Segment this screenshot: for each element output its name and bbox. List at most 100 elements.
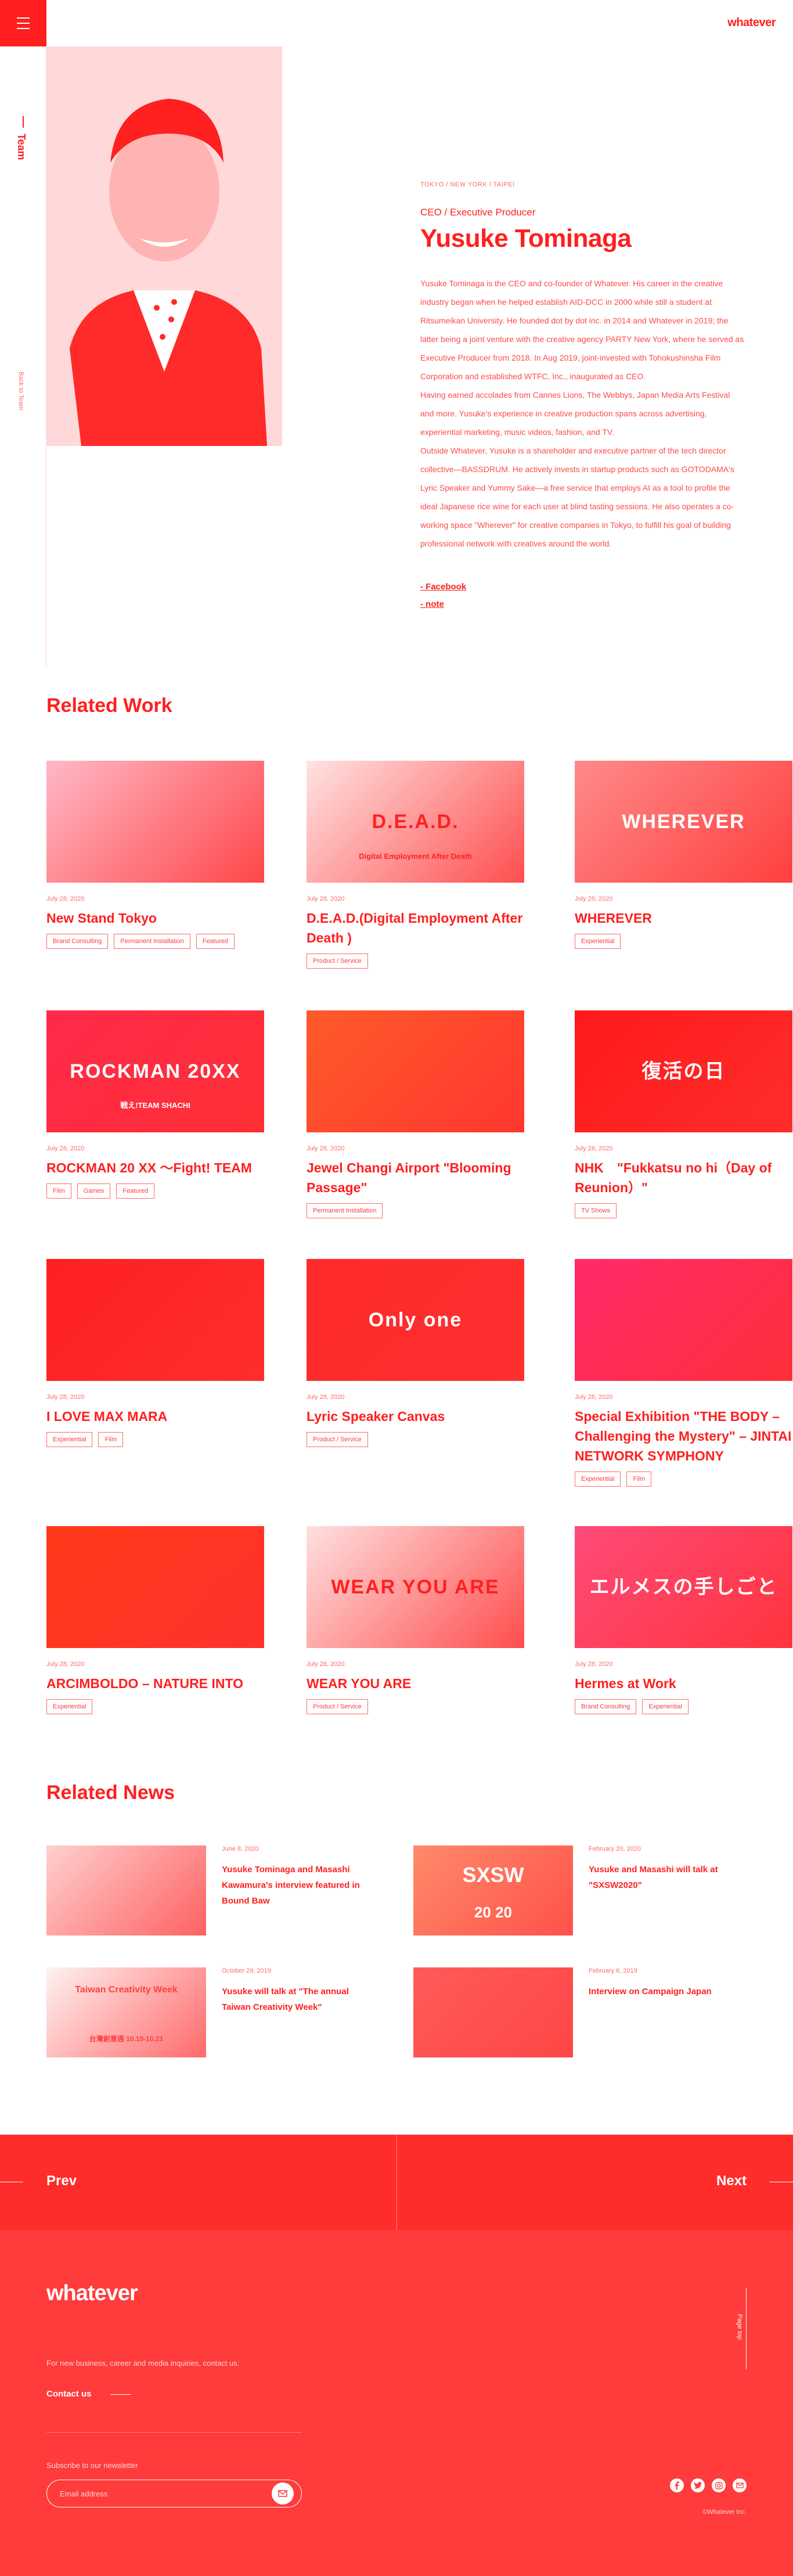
news-thumbnail-art-text: SXSW — [462, 1863, 524, 1887]
related-news-item[interactable]: SXSW 20 20 February 20, 2020 Yusuke and Mas… — [413, 1845, 750, 1935]
related-work-card[interactable]: D.E.A.D. Digital Employment After Death Ju… — [307, 761, 524, 969]
related-work-title[interactable]: WHEREVER — [575, 908, 792, 928]
related-work-card[interactable]: July 28, 2020 I LOVE MAX MARA Experiential… — [46, 1259, 264, 1447]
tag[interactable]: Experiential — [575, 1472, 621, 1487]
thumbnail-art-text: ROCKMAN 20XX — [70, 1060, 241, 1082]
tag[interactable]: Featured — [196, 934, 235, 949]
tag[interactable]: TV Shows — [575, 1203, 617, 1218]
related-work-title[interactable]: I LOVE MAX MARA — [46, 1406, 264, 1426]
related-work-card[interactable]: Only one July 28, 2020 Lyric Speaker Canva… — [307, 1259, 524, 1447]
related-work-title[interactable]: New Stand Tokyo — [46, 908, 264, 928]
related-work-thumbnail[interactable]: D.E.A.D. Digital Employment After Death — [307, 761, 524, 883]
related-work-thumbnail[interactable]: ROCKMAN 20XX 戦え!TEAM SHACHI — [46, 1010, 264, 1132]
contact-us-link[interactable]: Contact us — [46, 2389, 92, 2399]
tag[interactable]: Featured — [116, 1183, 155, 1199]
related-news-thumbnail[interactable] — [46, 1845, 206, 1935]
next-button[interactable]: Next — [716, 2173, 747, 2189]
related-work-date: July 28, 2020 — [46, 1394, 85, 1401]
related-news-thumbnail[interactable] — [413, 1967, 573, 2057]
related-work-card[interactable]: WEAR YOU ARE July 28, 2020 WEAR YOU ARE Pro… — [307, 1526, 524, 1714]
note-link[interactable]: - note — [420, 596, 745, 613]
related-news-title[interactable]: Yusuke Tominaga and Masashi Kawamura's i… — [222, 1862, 379, 1909]
thumbnail-art-subtext: 戦え!TEAM SHACHI — [120, 1101, 190, 1110]
related-work-title[interactable]: Special Exhibition "THE BODY – Challengi… — [575, 1406, 792, 1466]
related-news-item[interactable]: February 6, 2019 Interview on Campaign Ja… — [413, 1967, 750, 2057]
related-work-title[interactable]: Lyric Speaker Canvas — [307, 1406, 524, 1426]
tag[interactable]: Brand Consulting — [46, 934, 109, 949]
tag[interactable]: Product / Service — [307, 954, 368, 969]
related-work-title[interactable]: Hermes at Work — [575, 1674, 792, 1693]
related-work-thumbnail[interactable] — [46, 1259, 264, 1381]
related-news-date: June 8, 2020 — [222, 1845, 259, 1852]
related-news-item[interactable]: June 8, 2020 Yusuke Tominaga and Masashi … — [46, 1845, 383, 1935]
related-work-title[interactable]: WEAR YOU ARE — [307, 1674, 524, 1693]
related-work-tags: TV Shows — [575, 1203, 792, 1218]
related-news-thumbnail[interactable]: Taiwan Creativity Week 台灣創意週 10.19-10.21 — [46, 1967, 206, 2057]
tag[interactable]: Film — [46, 1183, 71, 1199]
tag[interactable]: Product / Service — [307, 1699, 368, 1714]
tag[interactable]: Product / Service — [307, 1432, 368, 1447]
related-work-title[interactable]: NHK "Fukkatsu no hi（Day of Reunion）" — [575, 1158, 792, 1197]
related-news-title[interactable]: Interview on Campaign Japan — [589, 1984, 745, 1999]
twitter-icon[interactable] — [691, 2478, 705, 2492]
sidebar-team-label: Team — [16, 134, 27, 160]
related-work-thumbnail[interactable] — [307, 1010, 524, 1132]
page-top-link[interactable]: Page top — [736, 2314, 743, 2340]
tag[interactable]: Permanent Installation — [114, 934, 190, 949]
related-work-thumbnail[interactable]: Only one — [307, 1259, 524, 1381]
related-work-card[interactable]: 復活の日 July 28, 2020 NHK "Fukkatsu no hi（Day… — [575, 1010, 792, 1218]
footer-logo[interactable]: whatever — [46, 2281, 138, 2306]
mail-icon[interactable] — [733, 2478, 747, 2492]
related-news-item[interactable]: Taiwan Creativity Week 台灣創意週 10.19-10.21 O… — [46, 1967, 383, 2057]
related-work-card[interactable]: July 28, 2020 ARCIMBOLDO – NATURE INTO Exp… — [46, 1526, 264, 1714]
tag[interactable]: Experiential — [46, 1432, 93, 1447]
contact-line — [110, 2394, 131, 2395]
related-work-title[interactable]: Jewel Changi Airport "Blooming Passage" — [307, 1158, 524, 1197]
menu-button[interactable] — [0, 0, 46, 46]
newsletter-email-input[interactable] — [46, 2480, 302, 2507]
related-work-thumbnail[interactable]: エルメスの手しごと — [575, 1526, 792, 1648]
related-work-title[interactable]: ROCKMAN 20 XX 〜Fight! TEAM — [46, 1158, 264, 1178]
profile-bio-3: Outside Whatever, Yusuke is a shareholde… — [420, 446, 734, 548]
related-work-card[interactable]: July 28, 2020 Special Exhibition "THE BOD… — [575, 1259, 792, 1487]
related-work-title[interactable]: D.E.A.D.(Digital Employment After Death … — [307, 908, 524, 948]
related-work-thumbnail[interactable] — [46, 1526, 264, 1648]
thumbnail-art-text: 復活の日 — [641, 1060, 726, 1082]
prev-button[interactable]: Prev — [46, 2173, 77, 2189]
related-news-thumbnail[interactable]: SXSW 20 20 — [413, 1845, 573, 1935]
tag[interactable]: Games — [77, 1183, 111, 1199]
tag[interactable]: Experiential — [46, 1699, 93, 1714]
tag[interactable]: Film — [98, 1432, 124, 1447]
related-news-title[interactable]: Yusuke will talk at "The annual Taiwan C… — [222, 1984, 379, 2015]
tag[interactable]: Experiential — [575, 934, 621, 949]
instagram-icon[interactable] — [712, 2478, 726, 2492]
related-work-card[interactable]: エルメスの手しごと July 28, 2020 Hermes at Work Bran… — [575, 1526, 792, 1714]
thumbnail-art-text: WEAR YOU ARE — [331, 1576, 500, 1598]
related-news-date: February 6, 2019 — [589, 1967, 637, 1974]
thumbnail-art-subtext: Digital Employment After Death — [359, 852, 472, 861]
related-work-card[interactable]: July 28, 2020 Jewel Changi Airport "Bloom… — [307, 1010, 524, 1218]
tag[interactable]: Permanent Installation — [307, 1203, 383, 1218]
thumbnail-art-text: Only one — [368, 1309, 463, 1331]
related-news-title[interactable]: Yusuke and Masashi will talk at "SXSW202… — [589, 1862, 745, 1893]
related-work-card[interactable]: ROCKMAN 20XX 戦え!TEAM SHACHI July 28, 2020 R… — [46, 1010, 264, 1199]
thumbnail-art-text: エルメスの手しごと — [589, 1576, 778, 1598]
tag[interactable]: Experiential — [642, 1699, 689, 1714]
newsletter-submit-button[interactable] — [272, 2483, 294, 2505]
related-work-thumbnail[interactable] — [46, 761, 264, 883]
related-work-thumbnail[interactable]: WEAR YOU ARE — [307, 1526, 524, 1648]
related-work-thumbnail[interactable]: WHEREVER — [575, 761, 792, 883]
related-work-card[interactable]: WHEREVER July 28, 2020 WHEREVER Experientia… — [575, 761, 792, 949]
tag[interactable]: Film — [626, 1472, 652, 1487]
related-work-date: July 28, 2020 — [46, 895, 85, 902]
facebook-icon[interactable] — [670, 2478, 684, 2492]
footer: whatever For new business, career and me… — [0, 2230, 793, 2576]
logo[interactable]: whatever — [727, 16, 776, 30]
related-work-thumbnail[interactable]: 復活の日 — [575, 1010, 792, 1132]
facebook-link[interactable]: - Facebook — [420, 578, 745, 596]
back-to-team-link[interactable]: Back to Team — [17, 372, 24, 410]
related-work-thumbnail[interactable] — [575, 1259, 792, 1381]
related-work-card[interactable]: July 28, 2020 New Stand Tokyo Brand Consul… — [46, 761, 264, 949]
related-work-title[interactable]: ARCIMBOLDO – NATURE INTO — [46, 1674, 264, 1693]
tag[interactable]: Brand Consulting — [575, 1699, 637, 1714]
